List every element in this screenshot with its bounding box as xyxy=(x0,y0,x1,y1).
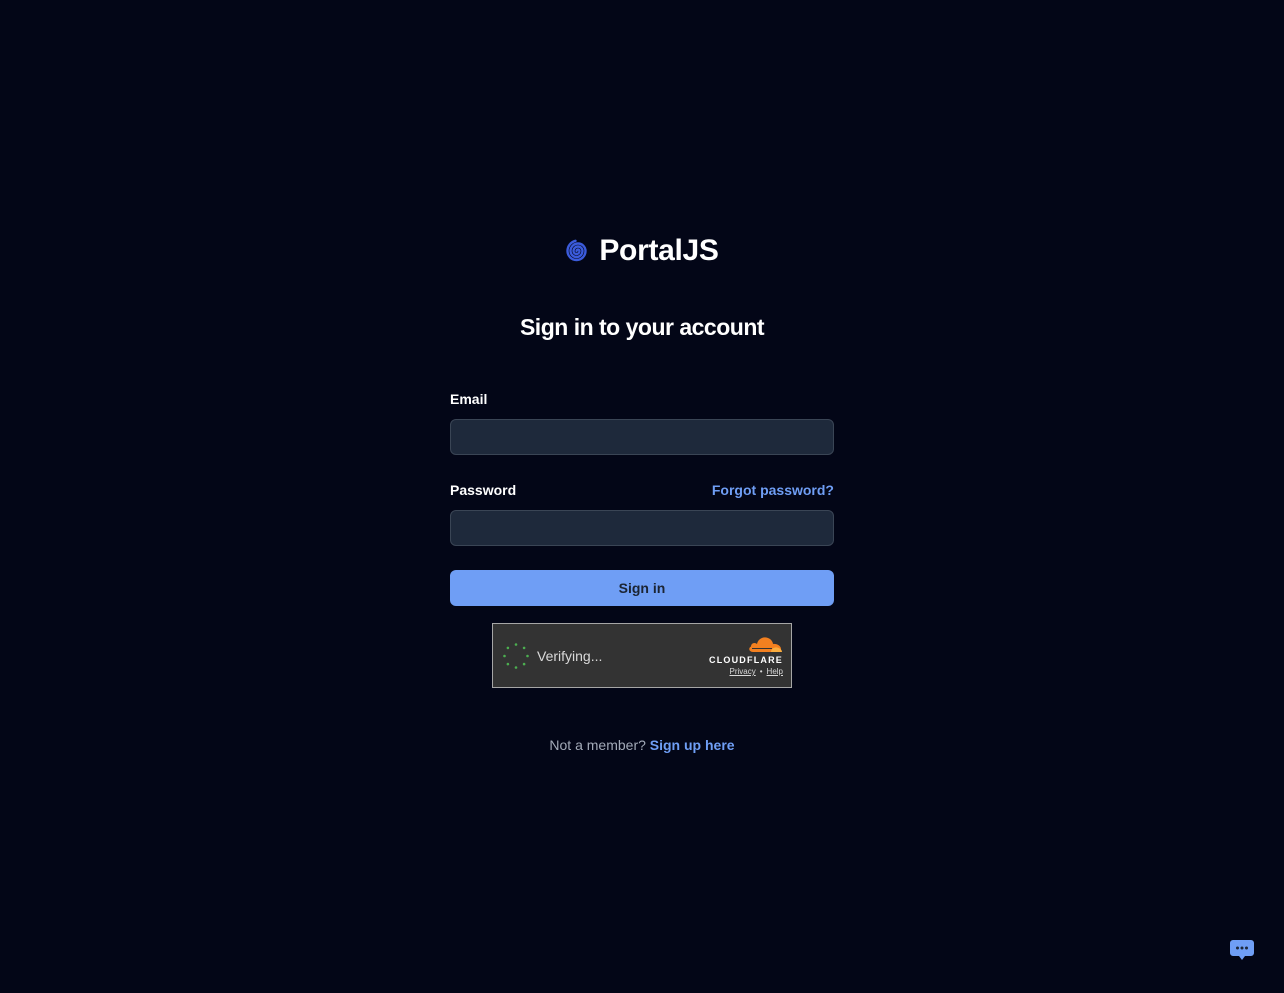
password-field[interactable] xyxy=(450,510,834,546)
page-title: Sign in to your account xyxy=(519,314,765,340)
cloudflare-turnstile-widget[interactable]: Verifying... CLOUDFLARE Privacy • Help xyxy=(492,623,792,688)
cloudflare-branding: CLOUDFLARE Privacy • Help xyxy=(709,635,783,676)
email-field[interactable] xyxy=(450,419,834,455)
email-label-row: Email xyxy=(450,390,834,408)
cloudflare-links: Privacy • Help xyxy=(730,667,784,676)
password-label: Password xyxy=(450,482,517,498)
privacy-link[interactable]: Privacy xyxy=(730,667,756,676)
password-label-row: Password Forgot password? xyxy=(450,481,834,499)
signup-prompt: Not a member? xyxy=(549,737,646,753)
cloudflare-cloud-icon xyxy=(749,637,782,652)
cloudflare-wordmark: CLOUDFLARE xyxy=(709,655,783,665)
signup-row: Not a member? Sign up here xyxy=(0,737,1284,753)
brand-name: PortalJS xyxy=(599,234,719,267)
spinner-icon xyxy=(503,642,529,669)
email-label: Email xyxy=(450,391,488,407)
sign-up-link[interactable]: Sign up here xyxy=(650,737,735,753)
sign-in-form: Email Password Forgot password? Sign in xyxy=(450,390,834,606)
sign-in-button[interactable]: Sign in xyxy=(450,570,834,606)
brand: PortalJS xyxy=(0,234,1284,268)
chat-bubble-icon[interactable] xyxy=(1228,938,1256,964)
help-link[interactable]: Help xyxy=(767,667,783,676)
verifying-text: Verifying... xyxy=(537,647,603,664)
forgot-password-link[interactable]: Forgot password? xyxy=(712,482,834,498)
captcha-status: Verifying... xyxy=(502,642,602,670)
spiral-icon xyxy=(566,239,588,262)
link-separator: • xyxy=(759,667,763,676)
